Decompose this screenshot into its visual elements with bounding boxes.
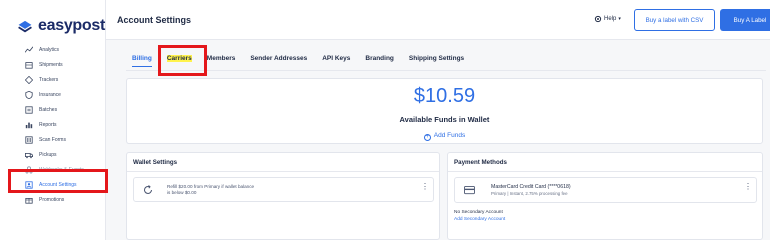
sidebar-item-label: Account Settings — [39, 181, 77, 188]
tab-branding[interactable]: Branding — [365, 55, 394, 67]
sidebar-item-label: Shipments — [39, 61, 63, 68]
payment-methods-card: Payment Methods MasterCard Credit Card (… — [447, 152, 763, 240]
primary-card-row: MasterCard Credit Card (****0618) Primar… — [454, 177, 757, 203]
sidebar-item-account-settings[interactable]: Account Settings — [0, 177, 105, 192]
refill-line: is below $0.00 — [167, 190, 197, 195]
card-divider — [448, 171, 762, 172]
credit-card-icon — [464, 186, 475, 195]
tab-label: Carriers — [166, 55, 192, 62]
batches-icon — [25, 105, 33, 114]
sidebar-item-webhooks[interactable]: Webhooks & Events — [0, 162, 105, 177]
sidebar-item-analytics[interactable]: Analytics — [0, 42, 105, 57]
insurance-icon — [25, 90, 33, 99]
more-options-icon[interactable]: ⋮ — [421, 183, 429, 195]
plus-circle-icon: + — [423, 134, 431, 141]
main-content: Account Settings Help ▾ Buy a label with… — [106, 0, 770, 240]
sidebar-item-label: Pickups — [39, 151, 57, 158]
payment-methods-title: Payment Methods — [454, 159, 507, 166]
sidebar-item-label: Reports — [39, 121, 57, 128]
tabs-divider — [126, 70, 766, 71]
auto-refill-row: Refill $20.00 from Primary if wallet bal… — [133, 177, 434, 202]
account-settings-icon — [25, 180, 33, 189]
tab-shipping-settings[interactable]: Shipping Settings — [409, 55, 464, 67]
sidebar-item-scan-forms[interactable]: Scan Forms — [0, 132, 105, 147]
sidebar-item-trackers[interactable]: Trackers — [0, 72, 105, 87]
sidebar-item-label: Insurance — [39, 91, 61, 98]
shipments-icon — [25, 61, 33, 69]
wallet-settings-title: Wallet Settings — [133, 159, 178, 166]
buy-label-button[interactable]: Buy A Label — [720, 9, 770, 31]
tab-label: API Keys — [322, 55, 351, 62]
tab-sender-addresses[interactable]: Sender Addresses — [250, 55, 307, 67]
tab-api-keys[interactable]: API Keys — [322, 55, 350, 67]
sidebar-item-label: Trackers — [39, 76, 59, 83]
pickups-icon — [25, 152, 33, 158]
add-secondary-account-link[interactable]: Add Secondary Account — [454, 217, 505, 222]
more-options-icon[interactable]: ⋮ — [744, 183, 752, 195]
help-label: Help — [604, 16, 617, 22]
sidebar-item-shipments[interactable]: Shipments — [0, 57, 105, 72]
analytics-icon — [25, 46, 33, 53]
sidebar-item-batches[interactable]: Batches — [0, 102, 105, 117]
brand-name: easypost — [38, 17, 105, 34]
app-window: easypost Analytics Shipments Trackers In… — [0, 0, 770, 240]
page-title: Account Settings — [117, 14, 192, 25]
tab-label: Shipping Settings — [408, 55, 465, 62]
refill-description: Refill $20.00 from Primary if wallet bal… — [167, 184, 287, 196]
sidebar-item-reports[interactable]: Reports — [0, 117, 105, 132]
add-funds-link[interactable]: + Add Funds — [127, 132, 762, 141]
sidebar-item-insurance[interactable]: Insurance — [0, 87, 105, 102]
chevron-down-icon: ▾ — [618, 16, 621, 22]
top-bar: Account Settings Help ▾ Buy a label with… — [106, 0, 770, 40]
sidebar-item-promotions[interactable]: Promotions — [0, 192, 105, 207]
scan-forms-icon — [25, 135, 33, 144]
trackers-icon — [25, 75, 33, 84]
sidebar-item-label: Webhooks & Events — [39, 166, 84, 173]
sidebar-item-label: Analytics — [39, 46, 60, 53]
tab-billing[interactable]: Billing — [132, 55, 152, 67]
gear-icon — [594, 15, 602, 23]
easypost-logo-icon — [18, 20, 32, 32]
sidebar-item-label: Promotions — [39, 196, 65, 203]
buy-label-csv-button[interactable]: Buy a label with CSV — [634, 9, 715, 31]
promotions-icon — [25, 197, 33, 204]
wallet-amount: $10.59 — [413, 85, 476, 107]
wallet-settings-card: Wallet Settings Refill $20.00 from Prima… — [126, 152, 440, 240]
webhooks-icon — [25, 165, 33, 173]
wallet-label: Available Funds in Wallet — [399, 115, 490, 124]
wallet-balance-card: $10.59 Available Funds in Wallet + Add Fu… — [126, 78, 763, 144]
tab-label: Members — [206, 55, 236, 62]
refresh-icon — [144, 185, 152, 194]
card-name: MasterCard Credit Card (****0618) — [491, 184, 571, 190]
tab-label: Sender Addresses — [250, 55, 308, 62]
tab-label: Branding — [365, 55, 394, 62]
help-menu[interactable]: Help ▾ — [594, 15, 621, 23]
sidebar-nav: Analytics Shipments Trackers Insurance B… — [0, 42, 105, 207]
card-divider — [127, 171, 439, 172]
sidebar-item-pickups[interactable]: Pickups — [0, 147, 105, 162]
tab-label: Billing — [132, 55, 152, 62]
add-funds-label: Add Funds — [433, 132, 466, 139]
sidebar-item-label: Batches — [39, 106, 58, 113]
reports-icon — [25, 122, 33, 128]
sidebar-item-label: Scan Forms — [39, 136, 66, 143]
settings-tabs: Billing Carriers Members Sender Addresse… — [132, 55, 479, 67]
card-details: Primary | Instant, 2.75% processing fee — [491, 191, 568, 196]
sidebar: easypost Analytics Shipments Trackers In… — [0, 0, 106, 240]
tab-members[interactable]: Members — [207, 55, 236, 67]
no-secondary-text: No Secondary Account — [454, 210, 503, 215]
brand-logo[interactable]: easypost — [0, 0, 105, 38]
tab-carriers[interactable]: Carriers — [166, 55, 192, 67]
